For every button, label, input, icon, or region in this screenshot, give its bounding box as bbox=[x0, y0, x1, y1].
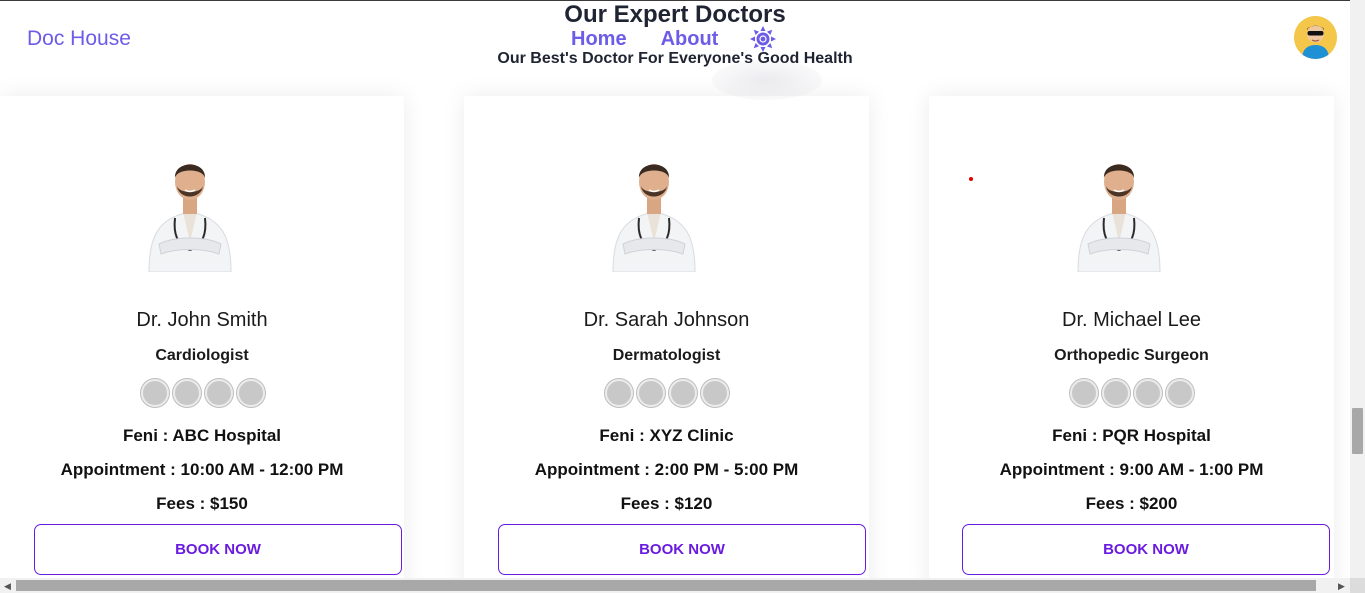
doctor-appointment: Appointment : 10:00 AM - 12:00 PM bbox=[0, 460, 404, 480]
fees-value: $200 bbox=[1139, 494, 1178, 513]
cursor-dot bbox=[969, 177, 973, 181]
doctor-location: Feni : ABC Hospital bbox=[0, 426, 404, 446]
fees-value: $120 bbox=[674, 494, 713, 513]
rating-circle-icon[interactable] bbox=[669, 379, 697, 407]
horizontal-scrollbar-thumb[interactable] bbox=[16, 580, 1316, 591]
doctor-photo bbox=[145, 138, 235, 273]
doctor-location: Feni : PQR Hospital bbox=[929, 426, 1334, 446]
appointment-value: 10:00 AM - 12:00 PM bbox=[180, 460, 344, 479]
doctor-fees: Fees : $200 bbox=[929, 494, 1334, 514]
nav-home-link[interactable]: Home bbox=[571, 28, 627, 51]
section-title: Our Expert Doctors bbox=[564, 1, 786, 28]
rating-circle-icon[interactable] bbox=[1102, 379, 1130, 407]
doctor-fees: Fees : $120 bbox=[464, 494, 869, 514]
rating-circle-icon[interactable] bbox=[605, 379, 633, 407]
appointment-label: Appointment : bbox=[999, 460, 1120, 479]
brand-logo[interactable]: Doc House bbox=[27, 27, 131, 51]
doctor-specialty: Orthopedic Surgeon bbox=[1054, 347, 1209, 364]
rating bbox=[605, 379, 729, 407]
fees-value: $150 bbox=[210, 494, 248, 513]
doctor-appointment: Appointment : 9:00 AM - 1:00 PM bbox=[929, 460, 1334, 480]
main-nav: Home About bbox=[571, 26, 777, 52]
vertical-scrollbar[interactable] bbox=[1350, 0, 1365, 578]
doctor-photo bbox=[1074, 138, 1164, 273]
rating-circle-icon[interactable] bbox=[141, 379, 169, 407]
appointment-label: Appointment : bbox=[60, 460, 181, 479]
location-value: PQR Hospital bbox=[1102, 426, 1211, 445]
location-label: Feni : bbox=[599, 426, 650, 445]
sun-icon[interactable] bbox=[750, 26, 777, 52]
location-label: Feni : bbox=[122, 426, 173, 445]
rating-circle-icon[interactable] bbox=[173, 379, 201, 407]
doctor-photo bbox=[609, 138, 699, 273]
horizontal-scrollbar[interactable]: ◀ ▶ bbox=[0, 578, 1350, 593]
doctor-location: Feni : XYZ Clinic bbox=[464, 426, 869, 446]
doctor-name: Dr. Sarah Johnson bbox=[583, 309, 750, 331]
rating-circle-icon[interactable] bbox=[205, 379, 233, 407]
rating-circle-icon[interactable] bbox=[701, 379, 729, 407]
scroll-left-icon[interactable]: ◀ bbox=[4, 581, 11, 592]
location-value: ABC Hospital bbox=[172, 426, 282, 445]
book-now-button[interactable]: BOOK NOW bbox=[498, 524, 866, 575]
scrollbar-corner bbox=[1350, 578, 1365, 593]
doctor-name: Dr. John Smith bbox=[136, 309, 268, 331]
doctor-card: Dr. Michael Lee Orthopedic Surgeon Feni … bbox=[929, 96, 1334, 593]
scroll-right-icon[interactable]: ▶ bbox=[1338, 581, 1345, 592]
doctor-specialty: Cardiologist bbox=[155, 347, 249, 364]
doctor-fees: Fees : $150 bbox=[0, 494, 404, 514]
fees-label: Fees : bbox=[620, 494, 675, 513]
fees-label: Fees : bbox=[156, 494, 211, 513]
nav-about-link[interactable]: About bbox=[661, 28, 719, 51]
rating-circle-icon[interactable] bbox=[237, 379, 265, 407]
doctor-card: Dr. Sarah Johnson Dermatologist Feni : X… bbox=[464, 96, 869, 593]
rating-circle-icon[interactable] bbox=[1070, 379, 1098, 407]
rating-circle-icon[interactable] bbox=[1134, 379, 1162, 407]
book-now-button[interactable]: BOOK NOW bbox=[962, 524, 1330, 575]
section-subtitle: Our Best's Doctor For Everyone's Good He… bbox=[497, 50, 853, 67]
rating-circle-icon[interactable] bbox=[1166, 379, 1194, 407]
book-now-button[interactable]: BOOK NOW bbox=[34, 524, 402, 575]
location-label: Feni : bbox=[1052, 426, 1103, 445]
appointment-value: 9:00 AM - 1:00 PM bbox=[1119, 460, 1264, 479]
rating bbox=[141, 379, 265, 407]
appointment-label: Appointment : bbox=[534, 460, 655, 479]
doctor-specialty: Dermatologist bbox=[612, 347, 721, 364]
vertical-scrollbar-thumb[interactable] bbox=[1352, 408, 1363, 454]
rating-circle-icon[interactable] bbox=[637, 379, 665, 407]
doctor-name: Dr. Michael Lee bbox=[1062, 309, 1201, 331]
doctor-appointment: Appointment : 2:00 PM - 5:00 PM bbox=[464, 460, 869, 480]
location-value: XYZ Clinic bbox=[649, 426, 734, 445]
appointment-value: 2:00 PM - 5:00 PM bbox=[654, 460, 799, 479]
rating bbox=[1070, 379, 1194, 407]
doctor-card: Dr. John Smith Cardiologist Feni : ABC H… bbox=[0, 96, 404, 593]
fees-label: Fees : bbox=[1085, 494, 1140, 513]
